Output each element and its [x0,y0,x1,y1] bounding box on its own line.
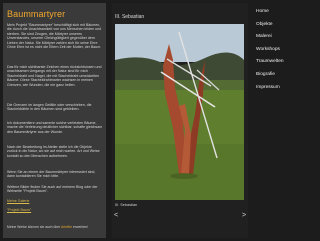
prev-arrow[interactable]: < [114,212,118,219]
photo-illustration [115,24,244,200]
photo-caption: III. Sebastian [115,203,138,207]
intro-paragraph-1: Mein Projekt "Baummartyrer" beschäftigt … [7,23,102,50]
intro-paragraph-3: Die Grenzen im langen Gefälle oder versc… [7,103,92,112]
nav-objekte[interactable]: Objekte [256,22,316,27]
page: Baummartyrer Mein Projekt "Baummartyrer"… [0,0,320,241]
main-content: III. Sebastian III. Sebastian < > [112,3,248,238]
intro-paragraph-7: Weitere Bilder finden Sie auch auf meine… [7,185,98,194]
nav-workshops[interactable]: Workshops [256,47,316,52]
sculpture-photo[interactable] [115,24,244,200]
intro-paragraph-6: Wenn Sie an einem der Baummärtyrer inter… [7,170,96,179]
footer-text-end: erwerben! [72,225,89,229]
nav-biografie[interactable]: Biografie [256,72,316,77]
artoffer-link[interactable]: Artoffer [61,225,72,229]
nav-home[interactable]: Home [256,9,316,14]
intro-paragraph-2: Das für mich sichtbarste Zeichen eines r… [7,65,102,87]
site-title[interactable]: Baummartyrer [7,9,65,19]
project-link[interactable]: "Projekt Baum" [7,208,31,212]
nav-impressum[interactable]: Impressum [256,85,316,90]
nav-malerei[interactable]: Malerei [256,34,316,39]
photo-title: III. Sebastian [115,14,145,20]
gallery-link[interactable]: Meine Galerie [7,199,29,203]
footer-text: Meine Werke können sie auch über [7,225,62,229]
intro-paragraph-4: Ich dokumentiere und sammle solche verle… [7,121,103,134]
navigation: Home Objekte Malerei Workshops Traumwelt… [256,9,316,97]
nav-traumwelten[interactable]: Traumwelten [256,59,316,64]
next-arrow[interactable]: > [242,212,246,219]
left-column: Baummartyrer Mein Projekt "Baummartyrer"… [3,3,106,238]
intro-paragraph-5: Nach der Bearbeitung im Atelier stelle i… [7,145,100,158]
footer-note: Meine Werke können sie auch über Artoffe… [7,225,105,229]
